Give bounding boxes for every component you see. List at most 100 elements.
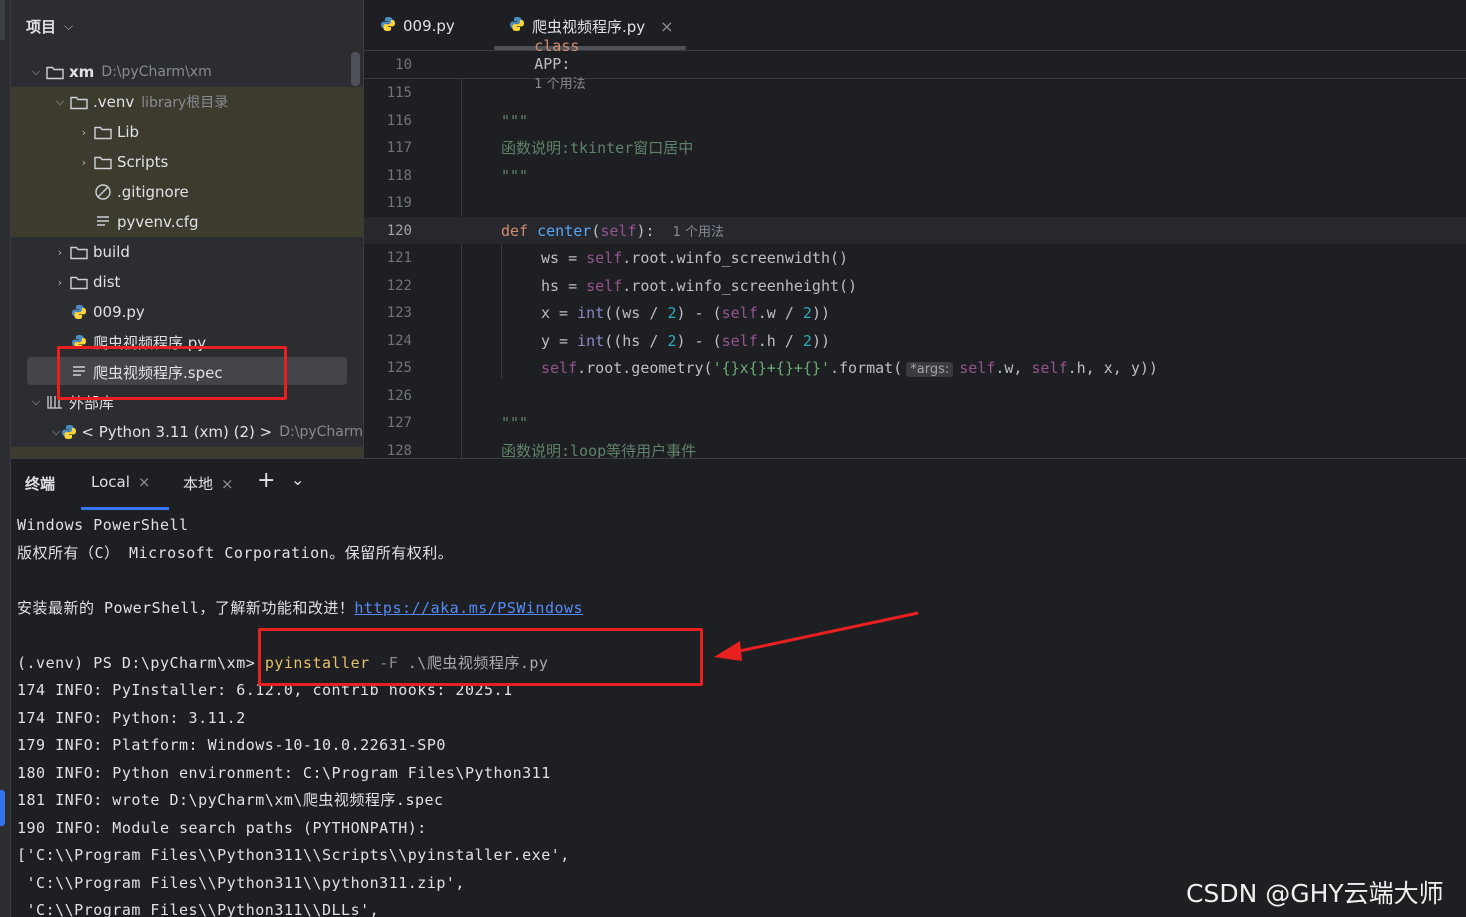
code-self: self (721, 331, 758, 350)
folder-icon (69, 243, 89, 261)
line-number: 123 (386, 304, 412, 321)
code-keyword: class (534, 37, 580, 55)
python-file-icon (69, 303, 89, 321)
code-text: y = (541, 331, 578, 350)
chevron-right-icon[interactable]: › (51, 276, 69, 289)
tree-item-build[interactable]: › build (11, 237, 363, 267)
code-line-126[interactable]: 126 (364, 382, 1466, 409)
code-text: .w, (995, 358, 1032, 377)
line-number: 116 (386, 112, 412, 129)
code-self: self (586, 248, 623, 267)
code-editor[interactable]: 009.py 爬虫视频程序.py × 10 class APP: 1 个用法 1… (363, 0, 1466, 458)
tree-item-scripts[interactable]: › Scripts (11, 147, 363, 177)
terminal-text: 安装最新的 PowerShell，了解新功能和改进！ (17, 599, 355, 617)
folder-icon (93, 123, 113, 141)
line-number: 118 (386, 167, 412, 184)
code-builtin: int (577, 331, 605, 350)
left-tool-strip (0, 0, 11, 917)
code-string: '{}x{}+{}+{}' (712, 358, 830, 377)
code-line-116[interactable]: 116 """ (364, 107, 1466, 134)
tree-item-python-sdk[interactable]: ⌵ < Python 3.11 (xm) (2) > D:\pyCharm (11, 417, 363, 447)
code-text: ws = (541, 248, 587, 267)
tree-label: .gitignore (117, 183, 189, 201)
line-number: 125 (386, 359, 412, 376)
python-sdk-icon (61, 423, 77, 441)
docstring: """ (501, 111, 529, 130)
close-icon[interactable]: × (221, 475, 234, 493)
code-class-name: APP: (534, 55, 571, 73)
text-file-icon (93, 213, 113, 231)
tab-009-py[interactable]: 009.py (380, 10, 455, 42)
code-self: self (600, 222, 637, 240)
code-text: hs = (541, 276, 587, 295)
parameter-inlay-hint: *args: (906, 361, 954, 377)
code-text: .h, x, y)) (1067, 358, 1158, 377)
tree-item-gitignore[interactable]: .gitignore (11, 177, 363, 207)
code-text: ((hs / (604, 331, 668, 350)
tree-note: library根目录 (141, 95, 229, 111)
tree-item-pyvenv-cfg[interactable]: pyvenv.cfg (11, 207, 363, 237)
function-name: center (537, 222, 592, 240)
code-line-117[interactable]: 117 函数说明:tkinter窗口居中 (364, 134, 1466, 161)
tree-item-venv[interactable]: ⌵ .venv library根目录 (11, 87, 363, 117)
code-line-123[interactable]: 123 x = int((ws / 2) - (self.w / 2)) (364, 299, 1466, 326)
terminal-tool-indicator[interactable] (0, 790, 5, 826)
close-icon[interactable]: × (138, 473, 151, 491)
tree-item-dist[interactable]: › dist (11, 267, 363, 297)
tree-item-xm[interactable]: ⌵ xm D:\pyCharm\xm (11, 57, 363, 87)
terminal-line: 'C:\\Program Files\\Python311\\python311… (17, 873, 465, 892)
ignore-file-icon (93, 183, 113, 201)
chevron-down-icon[interactable]: ⌵ (27, 395, 45, 409)
code-text: )) (811, 303, 830, 322)
code-text: .root.geometry( (577, 358, 713, 377)
code-line-118[interactable]: 118 """ (364, 162, 1466, 189)
chevron-down-icon[interactable]: ⌵ (51, 95, 69, 109)
line-number: 127 (386, 414, 412, 431)
docstring: """ (501, 166, 529, 185)
terminal-line: 版权所有（C） Microsoft Corporation。保留所有权利。 (17, 544, 454, 562)
code-line-120[interactable]: 120 def center(self): 1 个用法 (364, 217, 1466, 244)
tree-label: build (93, 243, 130, 261)
terminal-panel[interactable]: 终端 Local × 本地 × + ⌄ Windows PowerShell 版… (11, 458, 1466, 917)
tree-path: D:\pyCharm (279, 424, 363, 440)
usage-hint[interactable]: 1 个用法 (673, 225, 724, 240)
chevron-down-icon[interactable]: ⌄ (291, 470, 304, 489)
powershell-link[interactable]: https://aka.ms/PSWindows (354, 599, 583, 617)
code-line-125[interactable]: 125 self.root.geometry('{}x{}+{}+{}'.for… (364, 354, 1466, 381)
terminal-prompt: (.venv) PS D:\pyCharm\xm> (17, 653, 256, 672)
tab-local[interactable]: Local × (91, 473, 150, 491)
code-keyword: def (501, 222, 529, 240)
tree-item-lib[interactable]: › Lib (11, 117, 363, 147)
active-tab-indicator (81, 507, 169, 510)
code-paren: ( (591, 222, 601, 240)
line-number: 128 (386, 442, 412, 459)
line-number: 122 (386, 277, 412, 294)
chevron-down-icon[interactable]: ⌵ (51, 425, 61, 439)
docstring: 函数说明:tkinter窗口居中 (501, 139, 694, 157)
terminal-line: 190 INFO: Module search paths (PYTHONPAT… (17, 818, 427, 837)
code-line-128[interactable]: 128 函数说明:loop等待用户事件 (364, 437, 1466, 458)
code-line-119[interactable]: 119 (364, 189, 1466, 216)
tree-item-009-py[interactable]: 009.py (11, 297, 363, 327)
add-tab-button[interactable]: + (257, 468, 275, 493)
project-view-selector[interactable]: 项目 ⌵ (26, 16, 73, 37)
code-line-122[interactable]: 122 hs = self.root.winfo_screenheight() (364, 272, 1466, 299)
code-line-127[interactable]: 127 """ (364, 409, 1466, 436)
chevron-right-icon[interactable]: › (75, 156, 93, 169)
line-number: 10 (395, 56, 412, 73)
tab-bendi[interactable]: 本地 × (183, 473, 234, 494)
chevron-down-icon[interactable]: ⌵ (27, 65, 45, 79)
tree-label: dist (93, 273, 121, 291)
terminal-line: 181 INFO: wrote D:\pyCharm\xm\爬虫视频程序.spe… (17, 791, 444, 809)
close-icon[interactable]: × (660, 17, 673, 36)
code-line-124[interactable]: 124 y = int((hs / 2) - (self.h / 2)) (364, 327, 1466, 354)
chevron-right-icon[interactable]: › (51, 246, 69, 259)
code-line-121[interactable]: 121 ws = self.root.winfo_screenwidth() (364, 244, 1466, 271)
tree-label: Lib (117, 123, 140, 141)
chevron-right-icon[interactable]: › (75, 126, 93, 139)
code-line-115[interactable]: 115 (364, 79, 1466, 106)
tool-window-button[interactable] (0, 0, 5, 40)
sticky-scroll-header[interactable]: 10 class APP: 1 个用法 (364, 37, 1466, 92)
code-text: ) - ( (676, 331, 722, 350)
code-text: .format( (830, 358, 903, 377)
